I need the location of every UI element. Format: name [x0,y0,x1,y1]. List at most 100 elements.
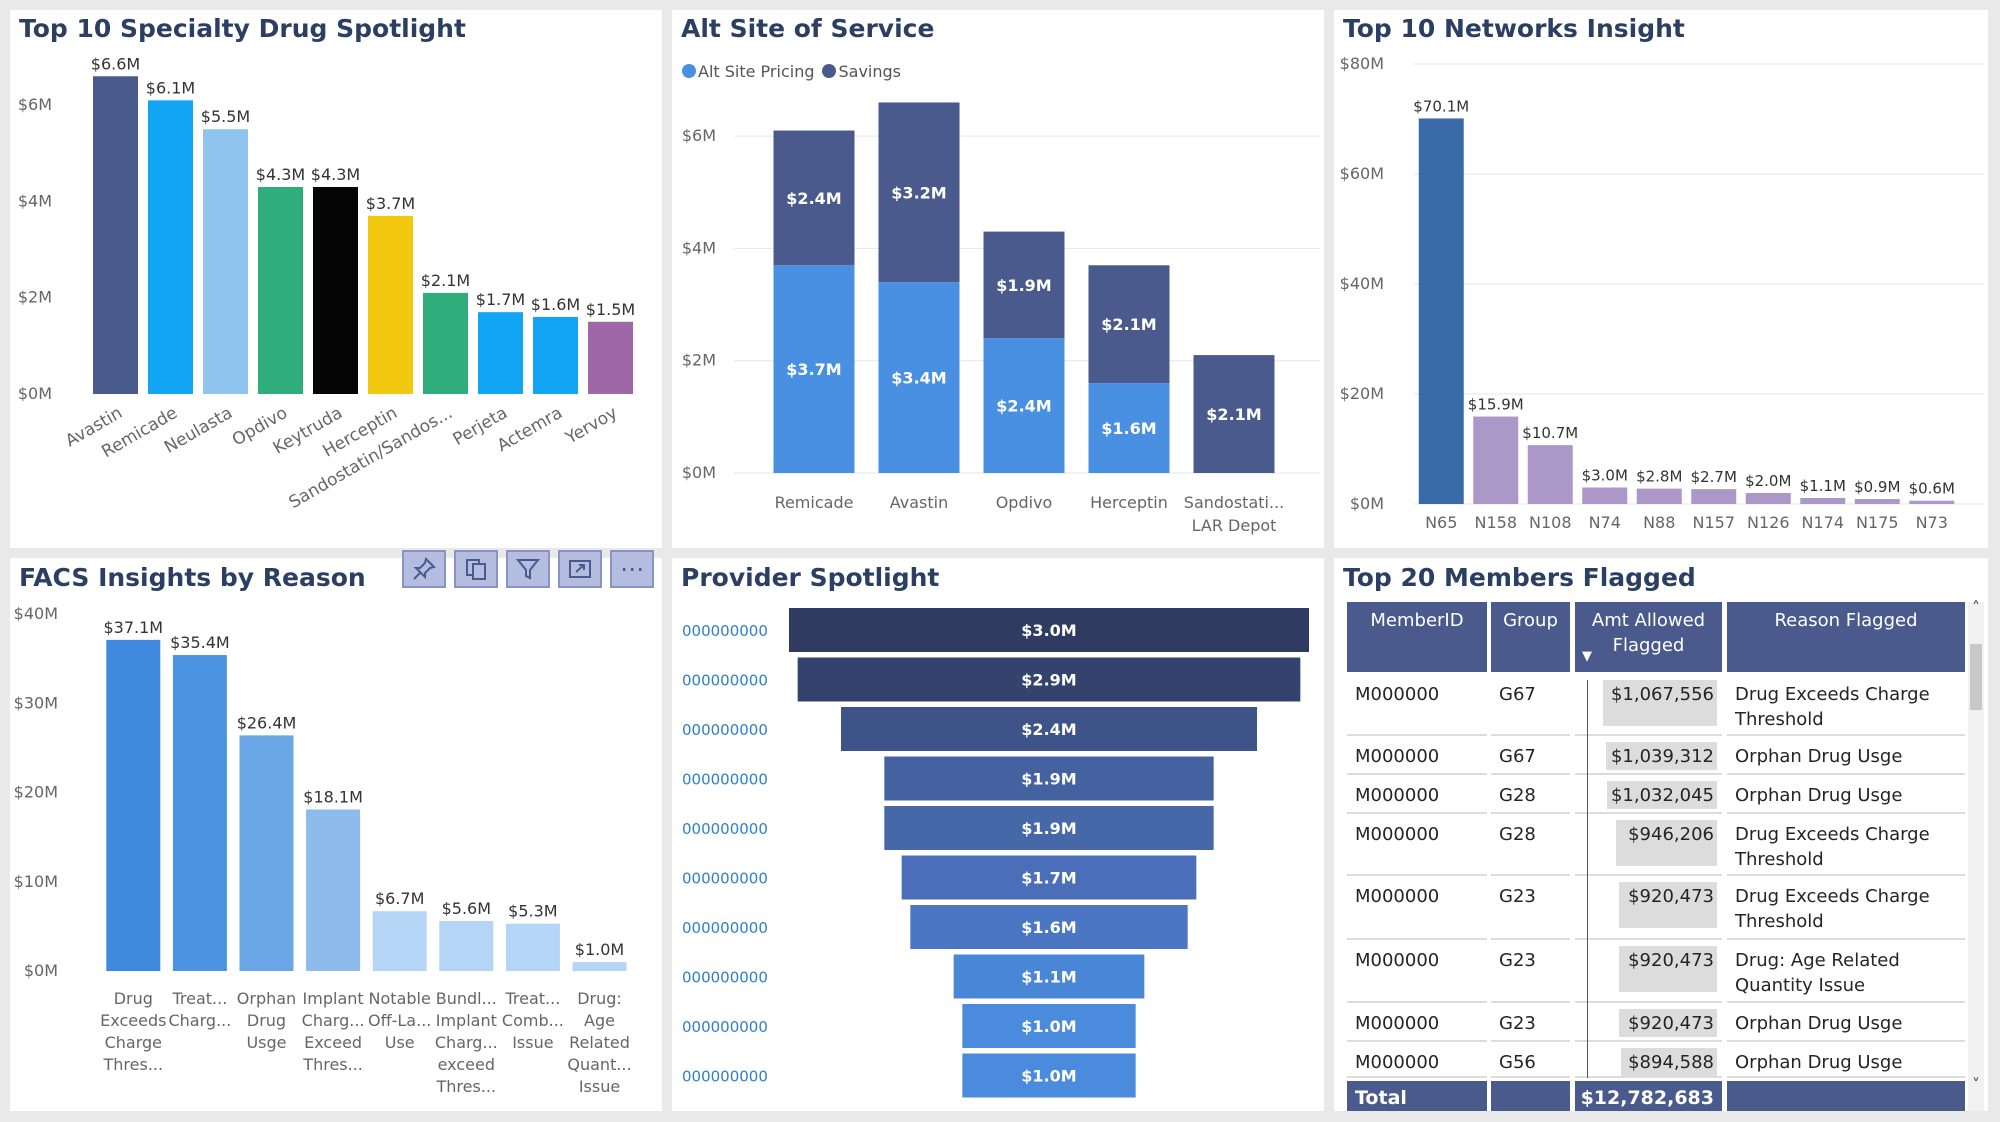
bar [1854,499,1900,504]
x-tick-label: N126 [1747,513,1790,532]
bar [505,923,560,971]
cell-amount: $920,473 [1575,1003,1722,1042]
filter-visual-button[interactable] [506,550,550,588]
cell-group: G56 [1491,1042,1570,1078]
column-header-label: MemberID [1370,610,1464,631]
column-header[interactable]: Reason Flagged [1727,602,1965,672]
data-label: $2.4M [786,189,841,208]
facs-panel: FACS Insights by Reason $0M $10M $20M $30M $… [10,558,662,1111]
x-tick-label: Avastin [890,493,948,512]
cell-member-id[interactable]: M000000 [1347,1003,1487,1042]
bar [1527,445,1573,504]
data-label: $2.1M [1101,315,1156,334]
cell-reason: Orphan Drug Usge [1727,1042,1965,1078]
data-label: $1.9M [1021,770,1076,789]
x-tick-label: Use [385,1033,415,1052]
scrollbar-thumb[interactable] [1970,644,1982,710]
reason-line: Orphan Drug Usge [1735,1013,1903,1034]
y-tick-label: $4M [18,191,52,210]
x-tick-label: Remicade [775,493,854,512]
x-tick-label: Yervoy [562,403,621,449]
column-header-label: Flagged [1612,635,1685,656]
column-header-label: Amt Allowed [1591,610,1706,631]
category-label: 000000000 [682,820,768,838]
bar [572,962,627,971]
data-label: $3.0M [1582,467,1628,485]
bar [313,186,358,394]
data-label: $5.3M [508,902,557,921]
data-label: $6.1M [146,78,195,97]
alt-site-chart: $0M $2M $4M $6M $3.7M $2.4M Remicade $3.4M $3.2M… [682,102,1320,535]
y-tick-label: $0M [18,384,52,403]
x-tick-label: N73 [1916,513,1948,532]
scroll-up-icon[interactable]: ˄ [1968,598,1984,617]
category-label: 000000000 [682,870,768,888]
bar [1636,488,1682,504]
cell-amount: $1,032,045 [1575,775,1722,814]
scroll-down-icon[interactable]: ˅ [1968,1075,1984,1094]
x-tick-label: Treat... [504,989,560,1008]
data-label: $15.9M [1468,396,1524,414]
cell-member-id[interactable]: M000000 [1347,674,1487,736]
data-label: $1.5M [586,300,635,319]
bar [423,292,468,394]
more-options-button[interactable]: ⋯ [610,550,654,588]
cell-group: G23 [1491,940,1570,1003]
networks-panel: Top 10 Networks Insight $0M $20M $40M $60M $… [1334,10,1988,548]
column-header[interactable]: Group [1491,602,1570,672]
x-tick-label: Implant [303,989,364,1008]
drug-spotlight-chart: $0M$2M$4M$6M$6.6MAvastin$6.1MRemicade$5.… [18,54,635,513]
members-panel: Top 20 Members Flagged MemberID Group Amt … [1334,558,1988,1111]
focus-mode-button[interactable] [558,550,602,588]
column-header[interactable]: MemberID [1347,602,1487,672]
reason-line: Orphan Drug Usge [1735,1052,1903,1073]
category-label: 000000000 [682,771,768,789]
category-label: 000000000 [682,721,768,739]
data-label: $3.7M [366,194,415,213]
x-tick-label: N88 [1643,513,1675,532]
y-tick-label: $6M [682,126,716,145]
x-tick-label: Drug: [577,989,622,1008]
sort-desc-icon[interactable]: ▼ [1582,649,1592,664]
category-label: 000000000 [682,919,768,937]
reason-line: Threshold [1735,709,1824,730]
reason-line: Threshold [1735,911,1824,932]
x-tick-label: Exceeds [100,1011,166,1030]
x-tick-label: Exceed [304,1033,362,1052]
x-tick-label: N74 [1589,513,1621,532]
category-label: 000000000 [682,1018,768,1036]
column-header[interactable]: Amt Allowed Flagged [1575,602,1722,672]
x-tick-label: N108 [1529,513,1572,532]
cell-reason: Orphan Drug Usge [1727,775,1965,814]
cell-member-id[interactable]: M000000 [1347,940,1487,1003]
x-tick-label: N65 [1425,513,1457,532]
bar [1582,487,1628,504]
reason-line: Drug Exceeds Charge [1735,684,1930,705]
filter-icon [515,559,541,580]
pin-visual-button[interactable] [402,550,446,588]
cell-member-id[interactable]: M000000 [1347,876,1487,940]
data-label: $1.1M [1021,968,1076,987]
pin-icon [413,557,436,580]
cell-group: G67 [1491,736,1570,775]
cell-member-id[interactable]: M000000 [1347,814,1487,876]
cell-amount: $920,473 [1575,940,1722,1003]
bar [1800,497,1846,504]
total-reason-cell [1727,1081,1965,1111]
copy-visual-button[interactable] [454,550,498,588]
x-tick-label: Treat... [171,989,227,1008]
alt-site-panel: Alt Site of Service Alt Site Pricing Sav… [672,10,1324,548]
y-tick-label: $0M [24,961,58,980]
drug-spotlight-panel: Top 10 Specialty Drug Spotlight $0M $2M $4… [10,10,662,548]
bar [172,655,227,971]
bar [1909,500,1955,504]
y-tick-label: $0M [1350,494,1384,513]
y-tick-label: $20M [1340,384,1384,403]
cell-member-id[interactable]: M000000 [1347,1042,1487,1078]
cell-member-id[interactable]: M000000 [1347,775,1487,814]
cell-member-id[interactable]: M000000 [1347,736,1487,775]
reason-line: Quantity Issue [1735,975,1866,996]
bar [368,215,413,394]
data-label: $3.2M [891,183,946,202]
cell-amount: $894,588 [1575,1042,1722,1078]
